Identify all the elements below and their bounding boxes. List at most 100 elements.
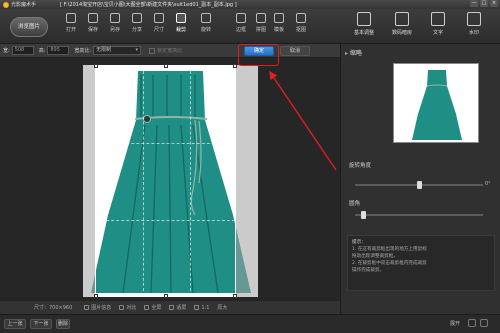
fit-screen-button[interactable]: 适屏	[169, 304, 186, 311]
frame-tool[interactable]: 边框	[232, 13, 250, 33]
rotate-slider-knob[interactable]	[417, 181, 422, 189]
share-icon	[132, 13, 142, 23]
tool-label: 尺寸	[153, 27, 164, 33]
crop-icon	[176, 13, 186, 23]
crop-grid-line	[190, 66, 191, 296]
actual-size-button[interactable]: 1:1	[194, 305, 209, 311]
crop-tool[interactable]: 裁剪	[172, 13, 190, 33]
tips-line: 2. 在裁剪框中双击裁剪框内完成裁剪	[352, 261, 427, 266]
tool-label: 保存	[87, 27, 98, 33]
text-tool[interactable]: 文字	[422, 12, 454, 36]
tips-line: 拖动出现调整裁剪框。	[352, 254, 398, 259]
annotation-highlight-box	[238, 44, 279, 66]
crop-options-bar: 宽: 508 高: 895 宽高比: 无限制 锁定宽高比 确定 取消	[0, 44, 340, 58]
image-canvas[interactable]	[0, 58, 340, 300]
photo-editor-window: 光影魔术手 [ F:\2014淘宝开店\宝贝小图\大图全部\新建文件夹\suit…	[0, 0, 500, 333]
save-as-tool[interactable]: 另存	[106, 13, 124, 33]
corner-slider-knob[interactable]	[361, 211, 367, 219]
maximize-button[interactable]: □	[480, 0, 488, 7]
width-label: 宽:	[3, 48, 10, 54]
preview-header[interactable]: 缩略	[345, 48, 362, 57]
save-as-icon	[110, 13, 120, 23]
canvas-status-bar: 尺寸：700×960 图片信息 对比 全屏 适屏 1:1 原大	[0, 300, 340, 314]
corner-radius-label: 圆角	[349, 201, 361, 207]
crop-handle-top-left[interactable]	[94, 64, 98, 68]
tool-label: 另存	[109, 27, 120, 33]
height-label: 高:	[38, 48, 46, 54]
original-size-button[interactable]: 原大	[217, 304, 227, 311]
document-path: [ F:\2014淘宝开店\宝贝小图\大图全部\新建文件夹\suit1ed01_…	[60, 2, 237, 8]
tool-label: 抠图	[295, 27, 306, 33]
crop-handle-bottom-right[interactable]	[233, 294, 237, 298]
app-logo-icon	[3, 1, 9, 8]
crop-handle-top[interactable]	[164, 64, 168, 68]
folder-icon	[66, 13, 76, 23]
zoom-in-icon[interactable]	[480, 319, 488, 327]
tool-label: 文字	[432, 30, 443, 36]
fullscreen-button[interactable]: 全屏	[144, 304, 161, 311]
previous-image-button[interactable]: 上一张	[4, 319, 26, 329]
expand-label[interactable]: 展开	[450, 320, 460, 327]
watermark-icon	[467, 12, 481, 26]
template-tool[interactable]: 模板	[270, 13, 288, 33]
rotate-icon	[201, 13, 211, 23]
next-image-button[interactable]: 下一张	[30, 319, 52, 329]
crop-handle-bottom-left[interactable]	[94, 294, 98, 298]
tool-label: 边框	[235, 27, 246, 33]
tool-label: 模板	[273, 27, 284, 33]
status-label: 图片信息	[91, 305, 112, 311]
darkroom-tool[interactable]: 数码暗房	[386, 12, 418, 36]
resize-tool[interactable]: 尺寸	[150, 13, 168, 33]
share-tool[interactable]: 分享	[128, 13, 146, 33]
bottom-bar: 上一张 下一张 删除 展开	[0, 314, 500, 333]
cancel-crop-button[interactable]: 取消	[280, 46, 310, 56]
status-label: 适屏	[176, 305, 187, 311]
compare-toggle[interactable]: 对比	[119, 304, 136, 311]
crop-width-input[interactable]: 508	[11, 46, 34, 55]
fullscreen-icon	[144, 305, 150, 310]
adjust-icon	[357, 12, 371, 26]
crop-height-input[interactable]: 895	[47, 46, 70, 55]
status-label: 1:1	[201, 304, 210, 311]
tool-label: 数码暗房	[391, 30, 412, 36]
image-info-toggle[interactable]: 图片信息	[84, 304, 111, 311]
tips-line: 操作完成裁剪。	[352, 268, 385, 273]
thumbnail-dress-image	[412, 70, 462, 140]
watermark-tool[interactable]: 水印	[458, 12, 490, 36]
basic-adjust-tool[interactable]: 基本调整	[348, 12, 380, 36]
app-name: 光影魔术手	[11, 2, 37, 8]
lock-ratio-label: 锁定宽高比	[157, 48, 183, 54]
right-panel: 缩略 旋转角度 0° 圆角 提示： 1. 在这有裁剪框出现的地方上用鼠标 拖动出…	[340, 44, 500, 314]
rotate-angle-slider[interactable]	[355, 181, 483, 189]
dress-photo[interactable]	[83, 64, 258, 298]
tips-line: 1. 在这有裁剪框出现的地方上用鼠标	[352, 247, 427, 252]
tool-label: 水印	[468, 30, 479, 36]
zoom-out-icon[interactable]	[468, 319, 476, 327]
collage-tool[interactable]: 拼图	[252, 13, 270, 33]
corner-radius-slider[interactable]	[355, 211, 483, 219]
browse-images-button[interactable]: 浏览图片	[10, 17, 48, 37]
tips-title: 提示：	[352, 240, 366, 245]
save-tool[interactable]: 保存	[84, 13, 102, 33]
crop-handle-bottom[interactable]	[164, 294, 168, 298]
close-button[interactable]: ×	[490, 0, 498, 7]
lock-ratio-checkbox[interactable]	[149, 47, 156, 54]
aspect-ratio-select[interactable]: 无限制	[93, 46, 142, 55]
tips-box: 提示： 1. 在这有裁剪框出现的地方上用鼠标 拖动出现调整裁剪框。 2. 在裁剪…	[347, 235, 495, 291]
open-tool[interactable]: 打开	[62, 13, 80, 33]
tool-label: 裁剪	[175, 27, 186, 33]
rotate-angle-value: 0°	[485, 181, 491, 187]
tool-label: 分享	[131, 27, 142, 33]
cutout-tool[interactable]: 抠图	[292, 13, 310, 33]
cutout-icon	[296, 13, 306, 23]
rotate-tool[interactable]: 旋转	[197, 13, 215, 33]
delete-button[interactable]: 删除	[56, 319, 70, 329]
crop-frame[interactable]	[94, 64, 237, 298]
frame-icon	[236, 13, 246, 23]
crop-grid-line	[96, 143, 235, 144]
crop-handle-top-right[interactable]	[233, 64, 237, 68]
text-icon	[431, 12, 445, 26]
window-controls: — □ ×	[470, 0, 498, 7]
save-icon	[88, 13, 98, 23]
minimize-button[interactable]: —	[470, 0, 478, 7]
